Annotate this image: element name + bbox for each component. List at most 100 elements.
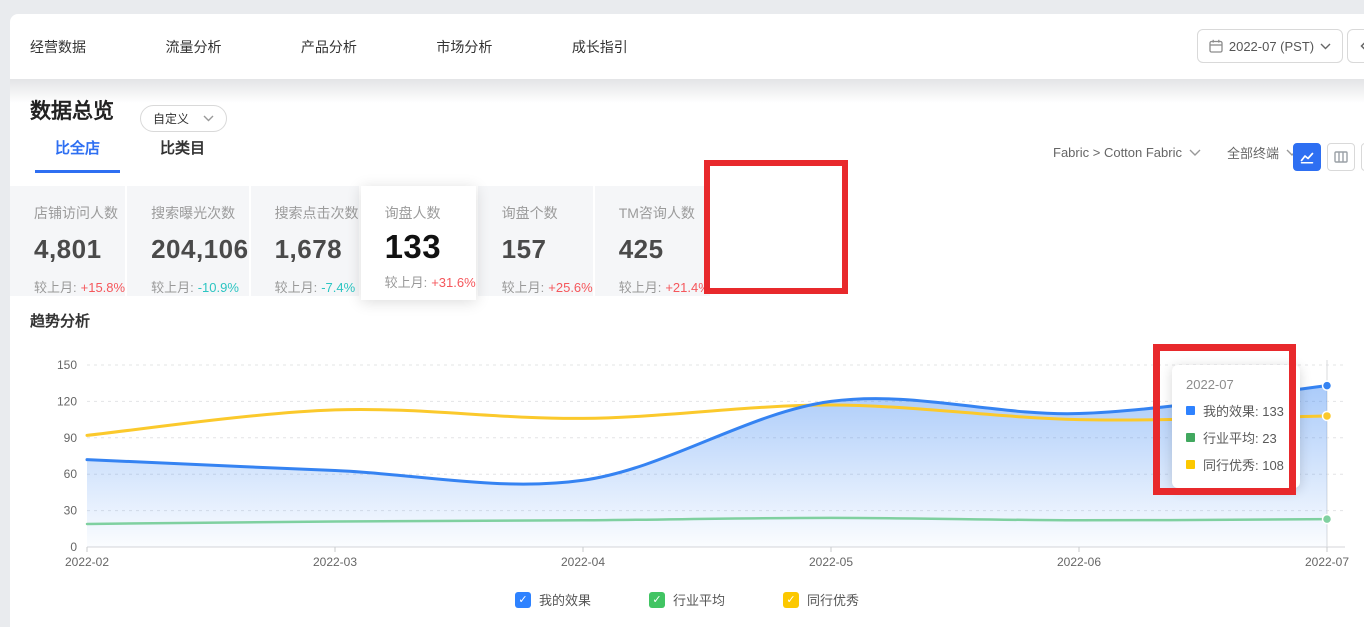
metric-value: 157 (502, 234, 593, 265)
metric-card[interactable]: 搜索曝光次数 204,106 较上月:-10.9% (127, 186, 248, 296)
metric-card[interactable]: 询盘个数 157 较上月:+25.6% (478, 186, 593, 296)
legend-checkbox-icon: ✓ (649, 592, 665, 608)
legend-label: 行业平均 (673, 590, 725, 609)
metric-change-value: +21.4% (665, 280, 709, 295)
metric-value: 425 (619, 234, 710, 265)
main-content: 数据总览 自定义 比全店 比类目 Fabric > Cotton Fabric … (10, 79, 1364, 627)
nav-tab[interactable]: 经营数据 (30, 39, 86, 55)
page-title: 数据总览 (30, 95, 114, 125)
metric-label: 店铺访问人数 (34, 203, 125, 223)
metric-change: 较上月:+21.4% (619, 277, 710, 296)
metric-change: 较上月:+25.6% (502, 277, 593, 296)
y-axis-label: 150 (57, 358, 77, 372)
endpoint-dot-我的效果 (1323, 381, 1332, 390)
metric-change-value: -10.9% (198, 280, 239, 295)
y-axis-label: 120 (57, 394, 77, 408)
overview-tab[interactable]: 比类目 (140, 137, 225, 173)
metric-card[interactable]: TM咨询人数 425 较上月:+21.4% (595, 186, 710, 296)
x-axis-label: 2022-03 (313, 555, 357, 569)
chevron-left-icon (1360, 39, 1364, 53)
chart-legend: ✓ 我的效果 ✓ 行业平均 ✓ 同行优秀 (10, 590, 1364, 609)
tooltip-date: 2022-07 (1186, 377, 1284, 392)
chevron-down-icon (1320, 43, 1331, 50)
y-axis-label: 90 (64, 431, 78, 445)
y-axis-label: 30 (64, 504, 78, 518)
category-dropdown[interactable]: Fabric > Cotton Fabric (1053, 145, 1201, 160)
legend-label: 同行优秀 (807, 590, 859, 609)
legend-checkbox-icon: ✓ (515, 592, 531, 608)
x-axis-label: 2022-04 (561, 555, 605, 569)
terminal-dropdown[interactable]: 全部终端 (1227, 143, 1298, 162)
prev-period-button[interactable] (1347, 29, 1364, 63)
table-columns-icon (1333, 149, 1349, 165)
metric-value: 1,678 (275, 234, 359, 265)
metric-card[interactable]: 询盘人数 133 较上月:+31.6% (361, 186, 476, 300)
metric-change: 较上月:-7.4% (275, 277, 359, 296)
terminal-dropdown-label: 全部终端 (1227, 143, 1279, 162)
chart-tooltip: 2022-07 我的效果: 133 行业平均: 23 同行优秀: 108 (1172, 365, 1300, 488)
overview-tabs: 比全店 比类目 (35, 137, 245, 173)
legend-item[interactable]: ✓ 行业平均 (649, 590, 725, 609)
metric-change: 较上月:+31.6% (385, 272, 476, 291)
top-navbar: 经营数据 流量分析 产品分析 市场分析 成长指引 2022-07 (PST) (10, 14, 1364, 79)
metric-label: 询盘人数 (385, 203, 476, 223)
chevron-down-icon (203, 115, 214, 122)
metric-label: 搜索曝光次数 (151, 203, 248, 223)
tooltip-row: 行业平均: 23 (1186, 428, 1284, 447)
nav-tab[interactable]: 市场分析 (436, 39, 492, 55)
table-view-button[interactable] (1327, 143, 1355, 171)
series-color-swatch (1186, 433, 1195, 442)
y-axis-label: 60 (64, 467, 78, 481)
preset-dropdown-label: 自定义 (153, 110, 189, 127)
metric-change-value: -7.4% (321, 280, 355, 295)
y-axis-label: 0 (70, 540, 77, 554)
nav-tab[interactable]: 产品分析 (301, 39, 357, 55)
filter-bar: Fabric > Cotton Fabric 全部终端 (1053, 143, 1298, 162)
nav-tab[interactable]: 成长指引 (572, 39, 628, 55)
tooltip-row: 我的效果: 133 (1186, 401, 1284, 420)
x-axis-label: 2022-06 (1057, 555, 1101, 569)
line-chart-icon (1299, 149, 1315, 165)
metric-card[interactable]: 店铺访问人数 4,801 较上月:+15.8% (10, 186, 125, 296)
metric-label: 询盘个数 (502, 203, 593, 223)
tooltip-rows: 我的效果: 133 行业平均: 23 同行优秀: 108 (1186, 401, 1284, 474)
metric-change-value: +15.8% (81, 280, 125, 295)
metric-cards-row: 店铺访问人数 4,801 较上月:+15.8% 搜索曝光次数 204,106 较… (10, 186, 1364, 296)
tooltip-row-text: 行业平均: 23 (1203, 428, 1277, 447)
legend-item[interactable]: ✓ 我的效果 (515, 590, 591, 609)
series-color-swatch (1186, 406, 1195, 415)
metric-change-value: +31.6% (431, 275, 475, 290)
endpoint-dot-行业平均 (1323, 515, 1332, 524)
legend-item[interactable]: ✓ 同行优秀 (783, 590, 859, 609)
metric-label: 搜索点击次数 (275, 203, 359, 223)
legend-label: 我的效果 (539, 590, 591, 609)
legend-checkbox-icon: ✓ (783, 592, 799, 608)
metric-value: 4,801 (34, 234, 125, 265)
overview-tab[interactable]: 比全店 (35, 137, 120, 173)
x-axis-label: 2022-07 (1305, 555, 1349, 569)
chart-view-button[interactable] (1293, 143, 1321, 171)
tooltip-row-text: 我的效果: 133 (1203, 401, 1284, 420)
metric-card[interactable]: 搜索点击次数 1,678 较上月:-7.4% (251, 186, 359, 296)
nav-tab[interactable]: 流量分析 (165, 39, 221, 55)
trend-chart[interactable]: 0 30 60 90 120 150 2022-02 2022-03 2022-04 2022-0… (10, 350, 1364, 580)
tooltip-row: 同行优秀: 108 (1186, 455, 1284, 474)
chevron-down-icon (1189, 149, 1201, 157)
endpoint-dot-同行优秀 (1323, 411, 1332, 420)
date-picker-label: 2022-07 (PST) (1229, 39, 1314, 54)
calendar-icon (1209, 39, 1223, 53)
preset-dropdown[interactable]: 自定义 (140, 105, 227, 132)
x-axis-label: 2022-02 (65, 555, 109, 569)
trend-section-title: 趋势分析 (30, 310, 90, 331)
metric-label: TM咨询人数 (619, 203, 710, 223)
metric-change: 较上月:-10.9% (151, 277, 248, 296)
series-color-swatch (1186, 460, 1195, 469)
metric-value: 133 (385, 228, 476, 266)
category-dropdown-label: Fabric > Cotton Fabric (1053, 145, 1182, 160)
date-picker-button[interactable]: 2022-07 (PST) (1197, 29, 1343, 63)
nav-items: 经营数据 流量分析 产品分析 市场分析 成长指引 (30, 37, 703, 57)
metric-change: 较上月:+15.8% (34, 277, 125, 296)
tooltip-row-text: 同行优秀: 108 (1203, 455, 1284, 474)
metric-value: 204,106 (151, 234, 248, 265)
x-axis-label: 2022-05 (809, 555, 853, 569)
